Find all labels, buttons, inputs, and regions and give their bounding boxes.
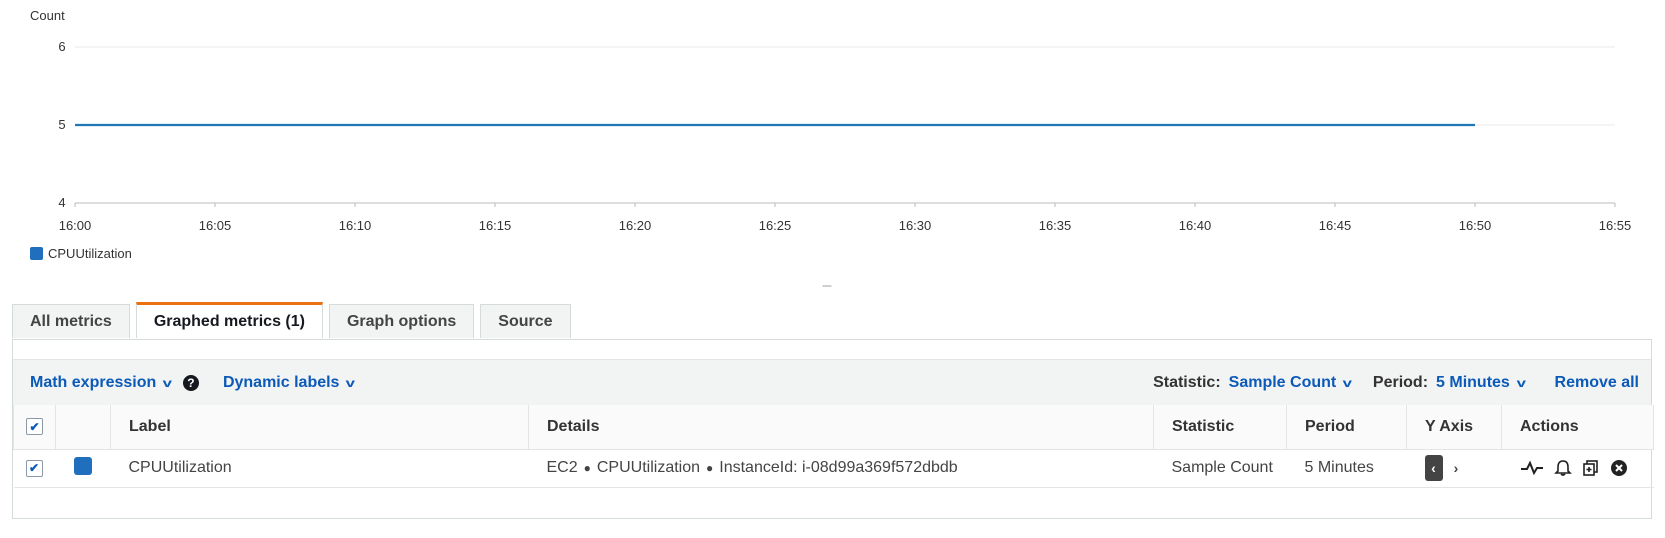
y-axis-left-button[interactable]: ‹ [1424, 455, 1443, 481]
tab-graph-options[interactable]: Graph options [328, 304, 475, 338]
alarm-bell-icon[interactable] [1553, 459, 1572, 477]
x-tick-label: 16:50 [1459, 218, 1492, 233]
metric-line-chart: Count 6 5 4 16:00 16:05 16:10 16:15 16:20 16:25 16… [30, 8, 1632, 233]
y-axis-label: Count [30, 8, 65, 23]
statistic-header[interactable]: Statistic [1153, 405, 1287, 450]
statistic-dropdown[interactable]: Sample Count v [1228, 373, 1353, 392]
chevron-down-icon: v [1342, 375, 1353, 390]
statistic-label: Statistic: [1153, 373, 1221, 391]
select-all-checkbox[interactable]: ✔ [26, 418, 43, 436]
select-all-cell: ✔ [13, 405, 56, 450]
x-tick-label: 16:20 [619, 218, 652, 233]
details-metric: CPUUtilization [596, 459, 701, 476]
x-tick-label: 16:40 [1179, 218, 1212, 233]
row-checkbox[interactable]: ✔ [25, 459, 43, 477]
dynamic-labels-label: Dynamic labels [222, 373, 340, 391]
graphed-metrics-table: ✔ Label Details Statistic Period Y Axis … [13, 405, 1654, 488]
row-color-cell [55, 449, 111, 488]
row-actions [1501, 449, 1654, 488]
duplicate-icon[interactable] [1582, 459, 1600, 477]
statistic-value: Sample Count [1228, 373, 1337, 391]
row-y-axis: ‹ › [1406, 449, 1502, 488]
help-icon[interactable]: ? [182, 374, 199, 391]
y-tick-label: 4 [58, 195, 65, 210]
details-namespace: EC2 [546, 459, 578, 476]
chevron-down-icon: v [162, 375, 173, 390]
row-period[interactable]: 5 Minutes [1286, 449, 1407, 488]
graphed-metrics-panel: Math expression v ? Dynamic labels v Sta… [12, 339, 1654, 519]
dynamic-labels-dropdown[interactable]: Dynamic labels v [222, 373, 356, 392]
details-dimension: InstanceId: i-08d99a369f572dbdb [719, 459, 958, 476]
color-swatch[interactable] [73, 456, 92, 475]
table-row: ✔ CPUUtilization EC2 ● CPUUtilization ● … [13, 449, 1654, 488]
actions-header: Actions [1501, 405, 1654, 450]
row-select-cell: ✔ [13, 449, 56, 488]
x-tick-label: 16:55 [1599, 218, 1632, 233]
y-tick-label: 6 [58, 39, 65, 54]
chevron-down-icon: v [346, 375, 356, 390]
math-expression-dropdown[interactable]: Math expression v [30, 373, 173, 392]
metrics-toolbar: Math expression v ? Dynamic labels v Sta… [13, 359, 1651, 405]
x-tick-label: 16:45 [1319, 218, 1352, 233]
label-header[interactable]: Label [110, 405, 529, 450]
x-tick-label: 16:00 [59, 218, 92, 233]
resize-handle[interactable]: --- [822, 279, 836, 291]
x-tick-label: 16:05 [199, 218, 232, 233]
period-label: Period: [1372, 373, 1429, 391]
legend-swatch [30, 247, 43, 260]
row-details: EC2 ● CPUUtilization ● InstanceId: i-08d… [528, 449, 1154, 488]
period-dropdown[interactable]: 5 Minutes v [1436, 373, 1526, 392]
tab-source[interactable]: Source [480, 304, 571, 338]
color-header [55, 405, 111, 450]
row-statistic[interactable]: Sample Count [1153, 449, 1287, 488]
x-tick-label: 16:10 [339, 218, 372, 233]
x-tick-label: 16:25 [759, 218, 792, 233]
x-tick-label: 16:35 [1039, 218, 1072, 233]
legend-label: CPUUtilization [48, 246, 132, 261]
remove-all-button[interactable]: Remove all [1555, 374, 1639, 392]
table-header-row: ✔ Label Details Statistic Period Y Axis … [13, 405, 1654, 450]
period-header[interactable]: Period [1286, 405, 1407, 450]
tab-graphed-metrics[interactable]: Graphed metrics (1) [135, 302, 323, 338]
tab-all-metrics[interactable]: All metrics [12, 304, 130, 338]
chart-legend[interactable]: CPUUtilization [30, 246, 132, 261]
x-tick-label: 16:15 [479, 218, 512, 233]
details-header[interactable]: Details [528, 405, 1154, 450]
y-axis-right-button[interactable]: › [1447, 455, 1465, 481]
y-tick-label: 5 [58, 117, 65, 132]
graph-metric-icon[interactable] [1520, 460, 1544, 476]
chevron-down-icon: v [1516, 375, 1526, 390]
remove-metric-icon[interactable] [1610, 459, 1628, 477]
row-label[interactable]: CPUUtilization [110, 449, 529, 488]
period-value: 5 Minutes [1436, 373, 1510, 391]
y-axis-header: Y Axis [1406, 405, 1502, 450]
math-expression-label: Math expression [30, 373, 157, 391]
x-tick-label: 16:30 [899, 218, 932, 233]
tab-bar: All metrics Graphed metrics (1) Graph op… [12, 302, 571, 338]
